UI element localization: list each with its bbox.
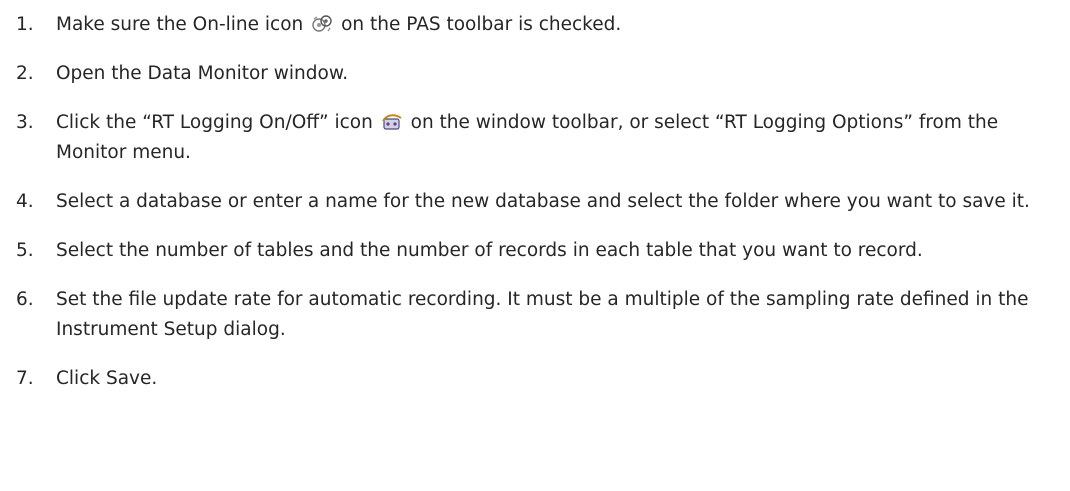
- step-number: 6.: [16, 289, 34, 310]
- step-3: 3. Click the “RT Logging On/Off” icon on…: [16, 108, 1056, 168]
- online-icon: [311, 14, 333, 34]
- step-number: 3.: [16, 112, 34, 133]
- step-4: 4. Select a database or enter a name for…: [16, 187, 1056, 217]
- step-number: 1.: [16, 14, 34, 35]
- step-text: Make sure the On-line icon: [56, 14, 304, 35]
- step-text: on the PAS toolbar is checked.: [341, 14, 622, 35]
- step-number: 4.: [16, 191, 34, 212]
- step-text: Select the number of tables and the numb…: [56, 240, 923, 261]
- step-number: 5.: [16, 240, 34, 261]
- step-text: Click Save.: [56, 368, 158, 389]
- step-text: Select a database or enter a name for th…: [56, 191, 1030, 212]
- step-number: 7.: [16, 368, 34, 389]
- step-text: Click the “RT Logging On/Off” icon: [56, 112, 373, 133]
- step-7: 7. Click Save.: [16, 364, 1056, 394]
- step-5: 5. Select the number of tables and the n…: [16, 236, 1056, 266]
- procedure-steps-list: 1. Make sure the On-line icon on the PAS…: [16, 10, 1056, 394]
- rt-logging-icon: [381, 112, 403, 132]
- step-1: 1. Make sure the On-line icon on the PAS…: [16, 10, 1056, 40]
- step-2: 2. Open the Data Monitor window.: [16, 59, 1056, 89]
- step-number: 2.: [16, 63, 34, 84]
- step-6: 6. Set the file update rate for automati…: [16, 285, 1056, 345]
- step-text: Open the Data Monitor window.: [56, 63, 349, 84]
- step-text: Set the file update rate for automatic r…: [56, 289, 1029, 340]
